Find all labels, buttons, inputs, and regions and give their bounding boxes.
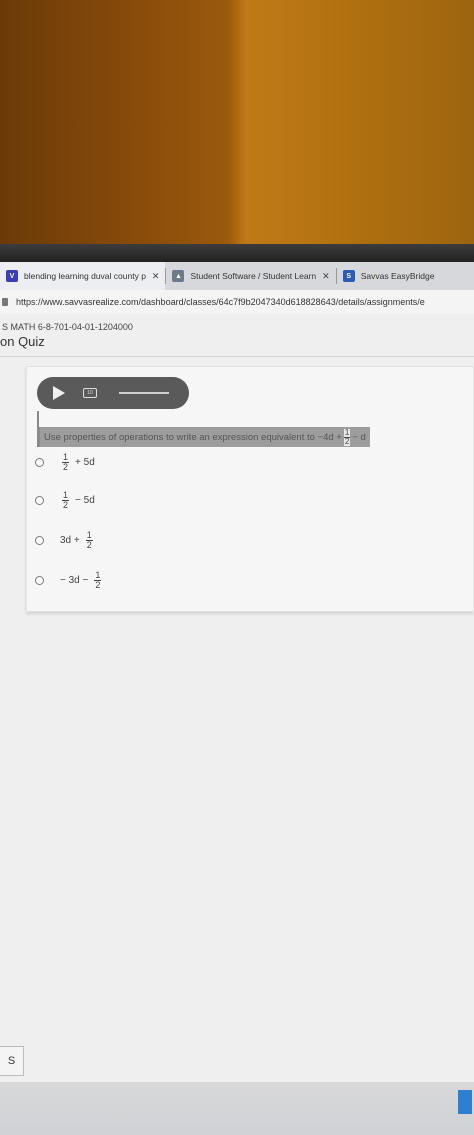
close-icon[interactable]: ✕ bbox=[152, 271, 160, 282]
option-fraction: 1 2 bbox=[62, 453, 70, 472]
fraction-denominator: 2 bbox=[86, 540, 92, 550]
answer-option-3[interactable]: 3d + 1 2 bbox=[35, 531, 95, 550]
lock-icon bbox=[2, 298, 8, 306]
option-fraction: 1 2 bbox=[94, 571, 102, 590]
address-bar[interactable]: https://www.savvasrealize.com/dashboard/… bbox=[0, 290, 474, 314]
background-photo bbox=[0, 0, 474, 262]
header-divider bbox=[0, 356, 474, 357]
tab-student-software[interactable]: ▲ Student Software / Student Learn ✕ bbox=[166, 262, 335, 290]
course-code: S MATH 6-8-701-04-01-1204000 bbox=[2, 322, 133, 332]
answer-option-4[interactable]: − 3d − 1 2 bbox=[35, 571, 103, 590]
quiz-page: S MATH 6-8-701-04-01-1204000 on Quiz 10 … bbox=[0, 314, 474, 1135]
fraction-denominator: 2 bbox=[63, 500, 69, 510]
monitor-bezel bbox=[0, 244, 474, 264]
option-text: − 3d − 1 2 bbox=[60, 571, 103, 590]
fraction-denominator: 2 bbox=[63, 462, 69, 472]
fraction-denominator: 2 bbox=[95, 580, 101, 590]
tab-savvas-easybridge[interactable]: S Savvas EasyBridge bbox=[337, 262, 441, 290]
tab-label: Savvas EasyBridge bbox=[360, 271, 435, 281]
prompt-fraction: 1 2 bbox=[343, 428, 351, 446]
option-text: 3d + 1 2 bbox=[60, 531, 95, 550]
quiz-title: on Quiz bbox=[0, 334, 45, 349]
radio-button[interactable] bbox=[35, 458, 44, 467]
option-suffix: + 5d bbox=[75, 457, 95, 468]
question-card: 10 Use properties of operations to write… bbox=[26, 366, 474, 612]
url-text[interactable]: https://www.savvasrealize.com/dashboard/… bbox=[16, 297, 425, 307]
savvas-icon: S bbox=[342, 270, 355, 282]
radio-button[interactable] bbox=[35, 576, 44, 585]
option-suffix: − 5d bbox=[75, 495, 95, 506]
option-prefix: 3d + bbox=[60, 535, 80, 546]
option-text: 1 2 + 5d bbox=[60, 453, 95, 472]
monitor-screen: V blending learning duval county p ✕ ▲ S… bbox=[0, 262, 474, 1135]
option-fraction: 1 2 bbox=[62, 491, 70, 510]
audio-progress-track[interactable] bbox=[119, 392, 169, 394]
taskbar-app-icon[interactable] bbox=[458, 1090, 472, 1114]
prompt-tail: − d bbox=[352, 431, 366, 443]
tab-label: blending learning duval county p bbox=[24, 271, 146, 281]
tab-blending-learning[interactable]: V blending learning duval county p ✕ bbox=[0, 262, 166, 290]
prompt-text: Use properties of operations to write an… bbox=[44, 431, 342, 443]
bottom-nav-button[interactable]: S bbox=[0, 1046, 24, 1076]
student-software-icon: ▲ bbox=[172, 270, 185, 282]
question-prompt: Use properties of operations to write an… bbox=[37, 427, 370, 447]
replay-icon[interactable]: 10 bbox=[83, 388, 97, 398]
audio-player: 10 bbox=[37, 377, 189, 409]
tab-bar: V blending learning duval county p ✕ ▲ S… bbox=[0, 262, 474, 290]
option-prefix: − 3d − bbox=[60, 575, 89, 586]
option-fraction: 1 2 bbox=[85, 531, 93, 550]
fraction-denominator: 2 bbox=[344, 436, 350, 446]
tab-label: Student Software / Student Learn bbox=[190, 271, 317, 281]
radio-button[interactable] bbox=[35, 496, 44, 505]
screen-bottom-edge bbox=[0, 1082, 474, 1135]
play-icon[interactable] bbox=[53, 386, 65, 400]
blending-learning-icon: V bbox=[6, 270, 18, 282]
answer-option-1[interactable]: 1 2 + 5d bbox=[35, 453, 95, 472]
option-text: 1 2 − 5d bbox=[60, 491, 95, 510]
radio-button[interactable] bbox=[35, 536, 44, 545]
close-icon[interactable]: ✕ bbox=[322, 271, 330, 282]
answer-option-2[interactable]: 1 2 − 5d bbox=[35, 491, 95, 510]
